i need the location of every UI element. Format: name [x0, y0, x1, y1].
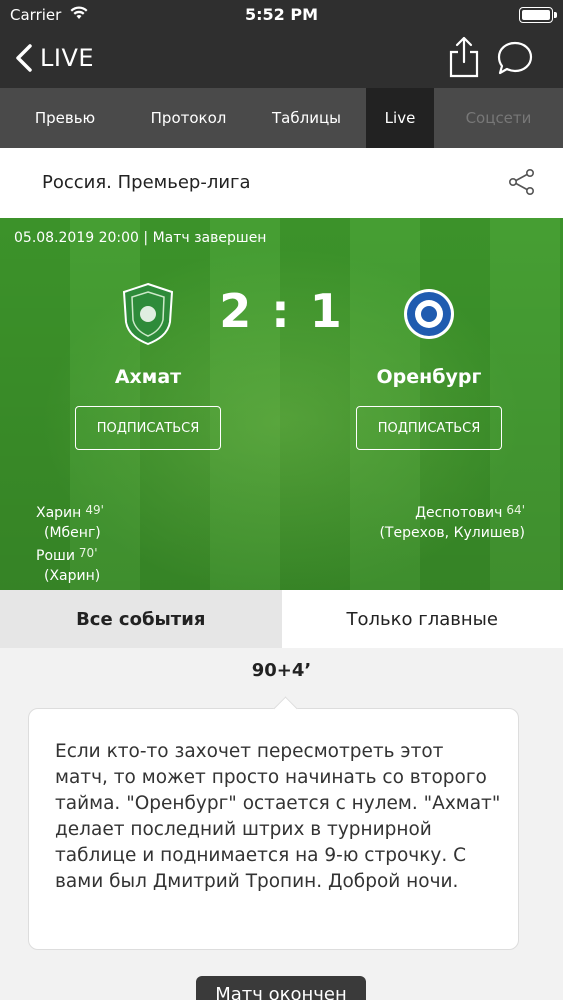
home-team-name: Ахмат: [114, 366, 182, 388]
event-minute: 90+4’: [251, 660, 312, 681]
battery-icon: [519, 7, 557, 23]
match-scoreboard: 05.08.2019 20:00 | Матч завершен Ахмат П…: [0, 218, 563, 590]
league-name: Россия. Премьер-лига: [42, 172, 251, 193]
nav-bar: LIVE: [0, 30, 563, 88]
tab-live[interactable]: Live: [366, 88, 434, 148]
match-tabs: Превью Протокол Таблицы Live Соцсети: [0, 88, 563, 148]
goal-entry: Роши 70' (Харин): [36, 543, 104, 586]
filter-all-events[interactable]: Все события: [0, 590, 282, 648]
chat-icon[interactable]: [496, 40, 534, 76]
tab-protocol[interactable]: Протокол: [130, 88, 247, 148]
tab-social[interactable]: Соцсети: [434, 88, 563, 148]
goal-assist: (Терехов, Кулишев): [379, 525, 525, 541]
tab-preview[interactable]: Превью: [0, 88, 130, 148]
filter-main-events[interactable]: Только главные: [281, 590, 563, 648]
home-goals: Харин 49' (Мбенг) Роши 70' (Харин): [36, 500, 104, 586]
away-team: Оренбург ПОДПИСАТЬСЯ: [329, 282, 529, 450]
goal-player: Харин: [36, 505, 82, 521]
back-label: LIVE: [40, 44, 95, 72]
event-text: Если кто-то захочет пересмотреть этот ма…: [55, 741, 501, 892]
goal-minute: 49': [85, 503, 104, 517]
event-card: Если кто-то захочет пересмотреть этот ма…: [28, 708, 519, 950]
away-goals: Деспотович 64' (Терехов, Кулишев): [379, 500, 525, 543]
clock: 5:52 PM: [244, 5, 318, 24]
goal-entry: Харин 49' (Мбенг): [36, 500, 104, 543]
subscribe-home-button[interactable]: ПОДПИСАТЬСЯ: [75, 406, 221, 450]
back-button[interactable]: LIVE: [14, 42, 94, 74]
chevron-left-icon: [16, 44, 32, 72]
share-network-icon[interactable]: [508, 168, 536, 196]
orenburg-crest-icon[interactable]: [401, 282, 457, 346]
goal-minute: 64': [506, 503, 525, 517]
match-meta: 05.08.2019 20:00 | Матч завершен: [14, 230, 267, 246]
goal-entry: Деспотович 64' (Терехов, Кулишев): [379, 500, 525, 543]
goal-player: Роши: [36, 548, 75, 564]
share-icon[interactable]: [448, 36, 480, 78]
tab-tables[interactable]: Таблицы: [247, 88, 366, 148]
match-ended-badge: Матч окончен: [196, 976, 366, 1000]
goal-player: Деспотович: [415, 505, 503, 521]
goal-minute: 70': [78, 546, 98, 560]
status-bar: Carrier 5:52 PM: [0, 0, 563, 30]
away-team-name: Оренбург: [376, 366, 482, 388]
goal-assist: (Харин): [44, 568, 101, 584]
subscribe-away-button[interactable]: ПОДПИСАТЬСЯ: [356, 406, 502, 450]
goal-assist: (Мбенг): [44, 525, 101, 541]
league-bar: Россия. Премьер-лига: [0, 148, 563, 218]
top-bar: Carrier 5:52 PM LIVE: [0, 0, 563, 88]
event-filter: Все события Только главные: [0, 590, 563, 648]
